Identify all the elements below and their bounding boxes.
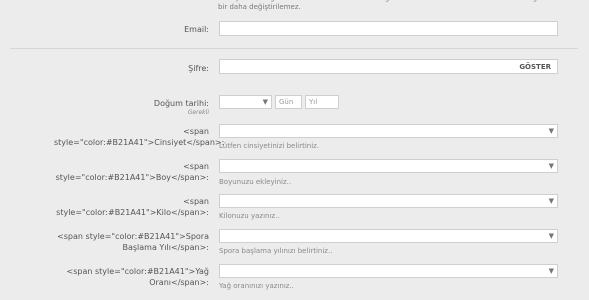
birth-month-select[interactable]: ▼ [219,95,272,109]
sport-start-year-hint: Spora başlama yılınızı belirtiniz.. [219,247,333,255]
weight-select[interactable]: ▼ [219,194,558,208]
chevron-down-icon: ▼ [548,127,554,135]
chevron-down-icon: ▼ [262,98,268,106]
gender-hint: Lütfen cinsiyetinizi belirtiniz. [219,142,320,150]
height-hint: Boyunuzu ekleyiniz.. [219,178,292,186]
weight-label: <span style="color:#B21A41">Kilo</span>: [56,197,209,217]
birth-day-input[interactable]: Gün [275,95,302,109]
fat-ratio-select[interactable]: ▼ [219,264,558,278]
gender-select[interactable]: ▼ [219,124,558,138]
username-help-text: Mesajlarınızda gösterecek kullanıcı adıd… [218,0,552,11]
fat-ratio-hint: Yağ oranınızı yazınız.. [219,282,294,290]
height-label: <span style="color:#B21A41">Boy</span>: [55,162,209,182]
email-field[interactable] [219,21,558,36]
chevron-down-icon: ▼ [548,197,554,205]
section-divider [10,48,578,49]
birthdate-label: Doğum tarihi: [153,99,209,108]
chevron-down-icon: ▼ [548,162,554,170]
sport-start-year-select[interactable]: ▼ [219,229,558,243]
chevron-down-icon: ▼ [548,232,554,240]
height-select[interactable]: ▼ [219,159,558,173]
fat-ratio-label: <span style="color:#B21A41">Yağ Oranı</s… [66,267,209,287]
password-label: Şifre: [188,64,209,73]
show-password-button[interactable]: GÖSTER [513,60,557,73]
sport-start-year-label: <span style="color:#B21A41">Spora Başlam… [57,232,209,252]
weight-hint: Kilonuzu yazınız.. [219,212,280,220]
gender-label: <span style="color:#B21A41">Cinsiyet</sp… [54,127,225,147]
email-label: Email: [184,25,209,34]
birthdate-required: Gerekli [187,109,209,116]
chevron-down-icon: ▼ [548,267,554,275]
password-field[interactable]: GÖSTER [219,59,558,74]
birth-year-input[interactable]: Yıl [305,95,339,109]
